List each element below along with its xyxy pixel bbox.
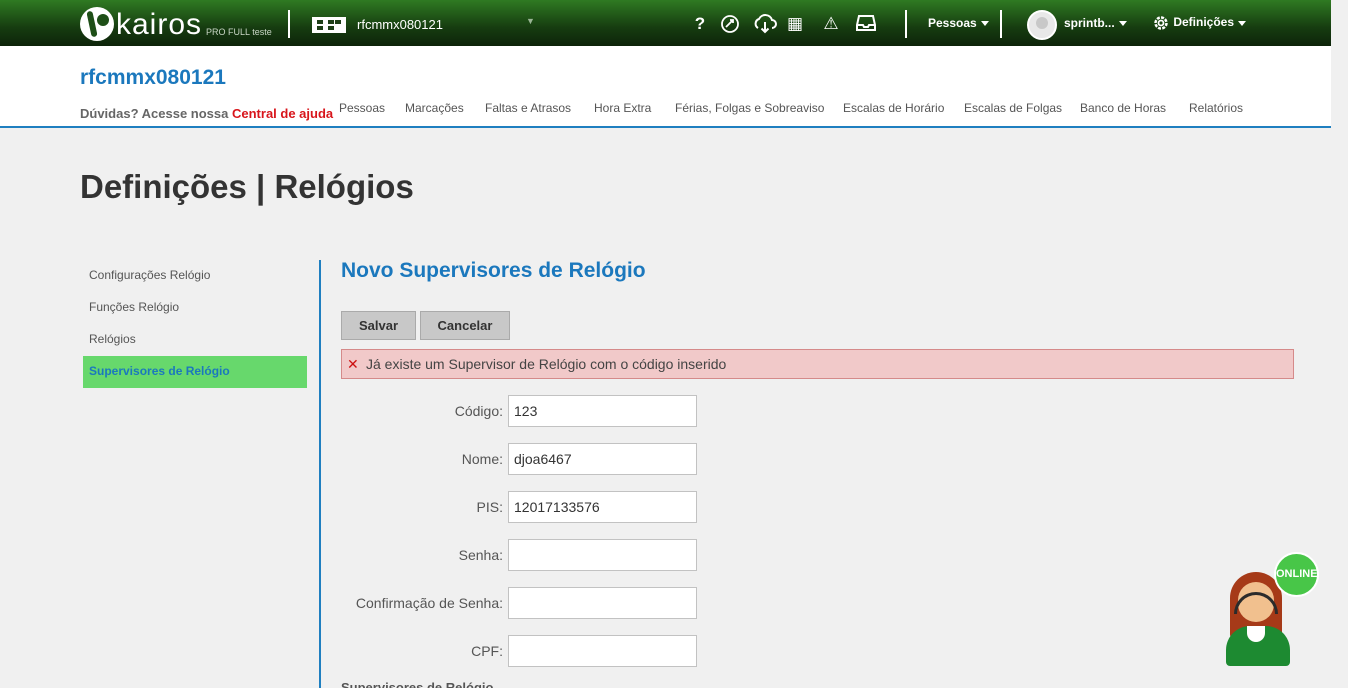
error-message: Já existe um Supervisor de Relógio com o…	[366, 356, 727, 372]
kairos-logo[interactable]: kairos PRO FULL teste	[80, 5, 272, 41]
nome-label: Nome:	[461, 451, 503, 467]
codigo-input[interactable]: 123	[508, 395, 697, 427]
warning-icon[interactable]: ⚠	[820, 14, 842, 34]
kairos-logo-mark	[80, 7, 114, 41]
pessoas-menu[interactable]: Pessoas	[928, 16, 989, 30]
nav-hora-extra[interactable]: Hora Extra	[594, 101, 651, 115]
sidebar-item-configuracoes-relogio[interactable]: Configurações Relógio	[89, 268, 210, 282]
sidebar-divider	[319, 260, 321, 688]
online-badge[interactable]: ONLINE	[1274, 552, 1319, 597]
company-icon	[312, 17, 346, 33]
help-text: Dúvidas? Acesse nossa Central de ajuda	[80, 106, 333, 121]
nav-pessoas[interactable]: Pessoas	[339, 101, 385, 115]
nav-escalas-folgas[interactable]: Escalas de Folgas	[964, 101, 1062, 115]
logo-subtitle: PRO FULL teste	[206, 27, 272, 37]
subsection-title: Supervisores de Relógio	[341, 680, 494, 688]
inbox-icon[interactable]	[855, 14, 877, 37]
error-alert: ✕ Já existe um Supervisor de Relógio com…	[341, 349, 1294, 379]
top-bar: kairos PRO FULL teste rfcmmx080121 ▼ ? ▦…	[0, 0, 1331, 46]
help-icon[interactable]: ?	[689, 14, 711, 34]
help-prefix: Dúvidas? Acesse nossa	[80, 106, 229, 121]
sidebar-item-funcoes-relogio[interactable]: Funções Relógio	[89, 300, 179, 314]
user-menu[interactable]: sprintb...	[1064, 16, 1127, 30]
save-button[interactable]: Salvar	[341, 311, 416, 340]
support-icon[interactable]	[719, 14, 741, 39]
nome-input[interactable]: djoa6467	[508, 443, 697, 475]
pessoas-menu-label: Pessoas	[928, 16, 977, 30]
cloud-download-icon[interactable]	[752, 14, 778, 39]
user-name: sprintb...	[1064, 16, 1115, 30]
nav-marcacoes[interactable]: Marcações	[405, 101, 464, 115]
page-title: Definições | Relógios	[80, 168, 414, 205]
nav-faltas-atrasos[interactable]: Faltas e Atrasos	[485, 101, 571, 115]
sidebar-item-relogios[interactable]: Relógios	[89, 332, 136, 346]
divider	[288, 10, 290, 38]
senha-input[interactable]	[508, 539, 697, 571]
settings-menu-label: Definições	[1173, 15, 1235, 30]
chat-widget[interactable]: ONLINE	[1222, 552, 1322, 672]
codigo-label: Código:	[454, 403, 503, 419]
cancel-button[interactable]: Cancelar	[420, 311, 510, 340]
close-icon[interactable]: ✕	[347, 350, 359, 378]
divider	[1000, 10, 1002, 38]
cpf-input[interactable]	[508, 635, 697, 667]
page-header: rfcmmx080121 Dúvidas? Acesse nossa Centr…	[0, 46, 1331, 128]
help-center-link[interactable]: Central de ajuda	[232, 106, 333, 121]
pis-input[interactable]: 12017133576	[508, 491, 697, 523]
senha-label: Senha:	[458, 547, 503, 563]
cpf-label: CPF:	[471, 643, 503, 659]
chevron-down-icon	[980, 21, 989, 27]
nav-escalas-horario[interactable]: Escalas de Horário	[843, 101, 944, 115]
nav-relatorios[interactable]: Relatórios	[1189, 101, 1243, 115]
avatar[interactable]	[1027, 10, 1057, 40]
calculator-icon[interactable]: ▦	[784, 14, 806, 34]
chevron-down-icon	[1238, 20, 1247, 26]
nav-ferias-folgas[interactable]: Férias, Folgas e Sobreaviso	[675, 101, 824, 115]
logo-text: kairos	[116, 8, 203, 41]
company-selector[interactable]: rfcmmx080121	[357, 17, 443, 32]
confirmacao-senha-input[interactable]	[508, 587, 697, 619]
pis-label: PIS:	[476, 499, 503, 515]
sidebar-item-supervisores-relogio[interactable]: Supervisores de Relógio	[83, 356, 307, 388]
gear-icon	[1154, 16, 1168, 30]
account-title: rfcmmx080121	[80, 66, 226, 89]
divider	[905, 10, 907, 38]
settings-menu[interactable]: Definições	[1152, 14, 1247, 32]
nav-banco-horas[interactable]: Banco de Horas	[1080, 101, 1166, 115]
section-title: Novo Supervisores de Relógio	[341, 259, 646, 282]
chevron-down-icon	[1118, 21, 1127, 27]
chevron-down-icon[interactable]: ▼	[526, 16, 535, 26]
confirmacao-senha-label: Confirmação de Senha:	[355, 595, 503, 611]
